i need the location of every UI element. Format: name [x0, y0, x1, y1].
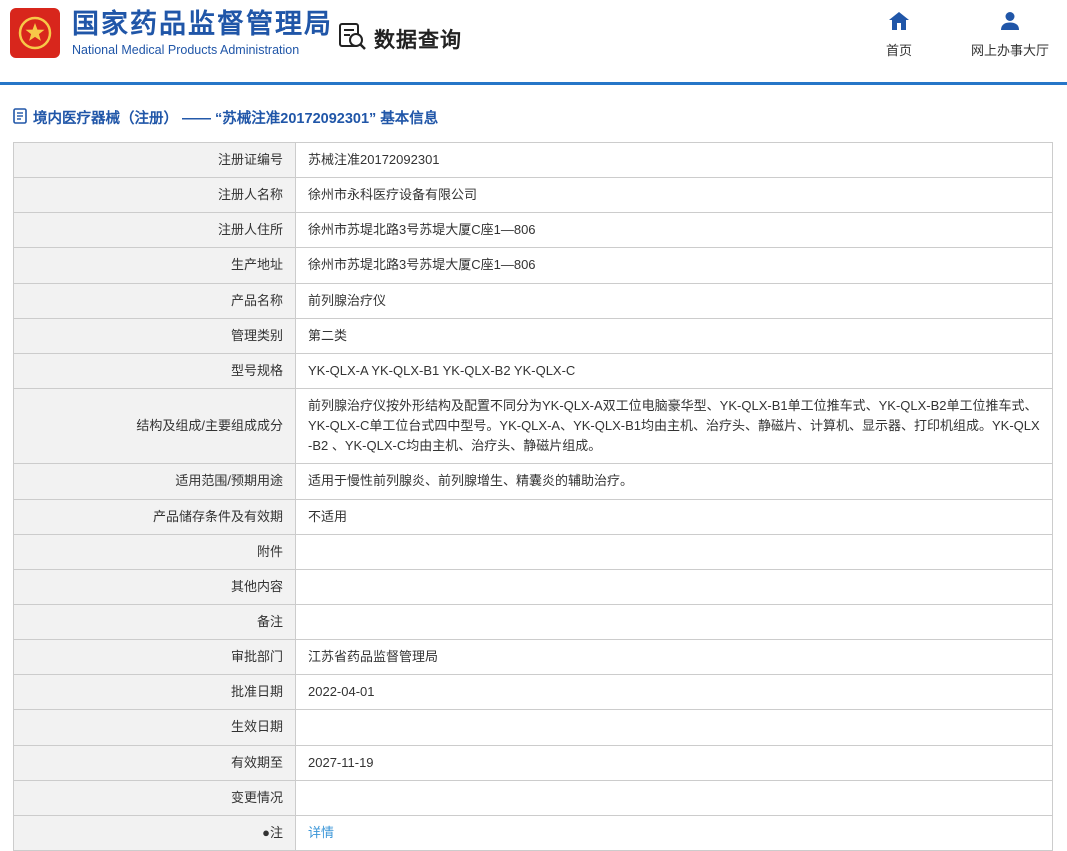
- field-value: [295, 779, 1053, 816]
- field-value: 详情: [295, 814, 1053, 851]
- field-value: 2022-04-01: [295, 674, 1053, 711]
- table-row: 生效日期: [13, 709, 1053, 746]
- field-label: 有效期至: [13, 744, 296, 781]
- table-row: 变更情况: [13, 779, 1053, 816]
- table-row: 附件: [13, 533, 1053, 570]
- national-emblem-icon: [10, 8, 60, 58]
- org-name-en: National Medical Products Administration: [72, 42, 300, 57]
- field-value: 2027-11-19: [295, 744, 1053, 781]
- field-value: 前列腺治疗仪按外形结构及配置不同分为YK-QLX-A双工位电脑豪华型、YK-QL…: [295, 387, 1053, 465]
- field-label: 附件: [13, 533, 296, 570]
- document-icon: [13, 107, 27, 128]
- brand-text: 国家药品监督管理局 National Medical Products Admi…: [72, 9, 333, 56]
- nav-item-label: 网上办事大厅: [970, 43, 1049, 58]
- table-row: 注册人名称 徐州市永科医疗设备有限公司: [13, 177, 1053, 214]
- field-label: 适用范围/预期用途: [13, 463, 296, 500]
- brand: 国家药品监督管理局 National Medical Products Admi…: [10, 8, 333, 58]
- field-label: 注册证编号: [13, 141, 296, 179]
- table-row: 其他内容: [13, 568, 1053, 605]
- field-value: 徐州市苏堤北路3号苏堤大厦C座1—806: [295, 247, 1053, 284]
- table-row: 结构及组成/主要组成成分 前列腺治疗仪按外形结构及配置不同分为YK-QLX-A双工…: [13, 387, 1053, 465]
- field-value: [295, 533, 1053, 570]
- person-icon: [1000, 12, 1020, 35]
- field-value: [295, 568, 1053, 605]
- field-value: 徐州市永科医疗设备有限公司: [295, 177, 1053, 214]
- table-row: 型号规格 YK-QLX-A YK-QLX-B1 YK-QLX-B2 YK-QLX-…: [13, 352, 1053, 389]
- field-label: 备注: [13, 603, 296, 641]
- field-value: 徐州市苏堤北路3号苏堤大厦C座1—806: [295, 212, 1053, 249]
- field-label: 其他内容: [13, 568, 296, 605]
- field-label: 结构及组成/主要组成成分: [13, 387, 296, 465]
- table-row: 生产地址 徐州市苏堤北路3号苏堤大厦C座1—806: [13, 247, 1053, 284]
- top-nav: 首页 网上办事大厅: [875, 12, 1049, 59]
- field-label: 管理类别: [13, 317, 296, 354]
- field-value: [295, 709, 1053, 746]
- data-query-icon: [338, 22, 368, 55]
- table-row: 注册人住所 徐州市苏堤北路3号苏堤大厦C座1—806: [13, 212, 1053, 249]
- field-value: 苏械注准20172092301: [295, 141, 1053, 179]
- nav-item-service-hall[interactable]: 网上办事大厅: [971, 12, 1049, 59]
- table-row: ●注 详情: [13, 814, 1053, 851]
- field-label: 产品储存条件及有效期: [13, 498, 296, 535]
- page-header: 国家药品监督管理局 National Medical Products Admi…: [0, 0, 1067, 85]
- data-query-tab[interactable]: 数据查询: [338, 22, 462, 55]
- field-label: 型号规格: [13, 352, 296, 389]
- breadcrumb-text: 境内医疗器械（注册） —— “苏械注准20172092301” 基本信息: [33, 111, 439, 127]
- field-value: YK-QLX-A YK-QLX-B1 YK-QLX-B2 YK-QLX-C: [295, 352, 1053, 389]
- table-row: 产品储存条件及有效期 不适用: [13, 498, 1053, 535]
- table-row: 备注: [13, 603, 1053, 641]
- field-label: 注册人住所: [13, 212, 296, 249]
- field-label: 变更情况: [13, 779, 296, 816]
- table-row: 管理类别 第二类: [13, 317, 1053, 354]
- breadcrumb: 境内医疗器械（注册） —— “苏械注准20172092301” 基本信息: [13, 107, 1067, 128]
- info-table: 注册证编号 苏械注准20172092301 注册人名称 徐州市永科医疗设备有限公司 注册…: [13, 141, 1053, 851]
- detail-link[interactable]: 详情: [308, 825, 334, 840]
- field-label: 审批部门: [13, 639, 296, 676]
- field-value: 江苏省药品监督管理局: [295, 639, 1053, 676]
- table-row: 适用范围/预期用途 适用于慢性前列腺炎、前列腺增生、精囊炎的辅助治疗。: [13, 463, 1053, 500]
- field-label: 批准日期: [13, 674, 296, 711]
- field-value: 前列腺治疗仪: [295, 282, 1053, 319]
- home-icon: [888, 12, 909, 35]
- nav-item-label: 首页: [885, 43, 912, 58]
- table-row: 注册证编号 苏械注准20172092301: [13, 141, 1053, 179]
- table-row: 批准日期 2022-04-01: [13, 674, 1053, 711]
- field-value: 不适用: [295, 498, 1053, 535]
- org-name-cn: 国家药品监督管理局: [72, 9, 333, 40]
- table-row: 有效期至 2027-11-19: [13, 744, 1053, 781]
- field-label: ●注: [13, 814, 296, 851]
- field-label: 生产地址: [13, 247, 296, 284]
- table-row: 审批部门 江苏省药品监督管理局: [13, 639, 1053, 676]
- field-value: 第二类: [295, 317, 1053, 354]
- field-label: 产品名称: [13, 282, 296, 319]
- data-query-label: 数据查询: [374, 28, 462, 52]
- nav-item-home[interactable]: 首页: [875, 12, 923, 59]
- info-table-body: 注册证编号 苏械注准20172092301 注册人名称 徐州市永科医疗设备有限公司 注册…: [13, 141, 1053, 851]
- table-row: 产品名称 前列腺治疗仪: [13, 282, 1053, 319]
- field-value: 适用于慢性前列腺炎、前列腺增生、精囊炎的辅助治疗。: [295, 463, 1053, 500]
- field-value: [295, 603, 1053, 641]
- field-label: 注册人名称: [13, 177, 296, 214]
- field-label: 生效日期: [13, 709, 296, 746]
